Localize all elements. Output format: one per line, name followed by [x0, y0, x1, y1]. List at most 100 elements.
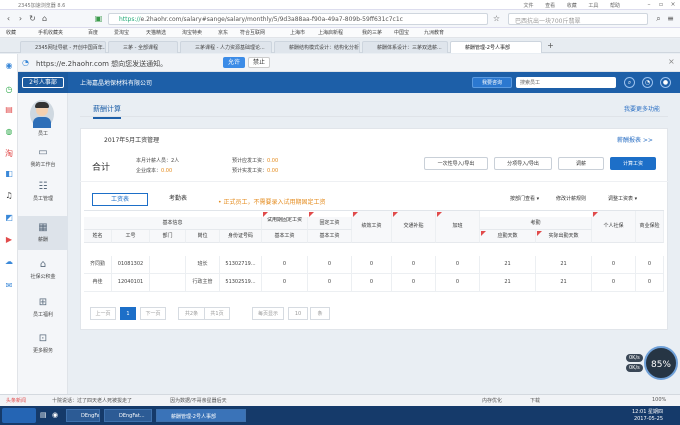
bookmark-item[interactable]: 中国宝 — [394, 29, 409, 36]
browser-tab[interactable]: 三茅课程 - 人力资源基础理论... — [180, 41, 272, 53]
taobao-icon[interactable]: 淘 — [3, 148, 15, 160]
tab-attendance[interactable]: 考勤表 — [150, 193, 206, 206]
taskbar-item-active[interactable]: 薪酬管理-2号人事部 — [156, 409, 246, 422]
table-cell[interactable]: 冉佳 — [84, 274, 112, 292]
table-cell[interactable] — [150, 256, 186, 274]
notification-icon[interactable]: ◔ — [642, 77, 653, 88]
game-icon[interactable]: ◧ — [3, 168, 15, 180]
next-page-button[interactable]: 下一页 — [140, 307, 166, 320]
app-logo[interactable]: 2号人事部 — [22, 77, 64, 88]
table-cell[interactable] — [150, 274, 186, 292]
wechat-icon[interactable]: ◍ — [3, 126, 15, 138]
headline-text[interactable]: 十院说话：过了四天老人死被拔走了 — [52, 397, 132, 404]
consult-button[interactable]: 我要咨询 — [472, 77, 512, 88]
page-size-select[interactable]: 10 — [288, 307, 308, 320]
deny-button[interactable]: 禁止 — [248, 57, 270, 68]
bookmark-item[interactable]: 天猫精选 — [146, 29, 166, 36]
table-cell[interactable]: 0 — [352, 256, 392, 274]
user-icon[interactable]: ● — [660, 77, 671, 88]
table-cell[interactable]: 行政主管 — [186, 274, 220, 292]
sidebar-item-more[interactable]: ⊡ 更多服务 — [18, 330, 68, 360]
avatar[interactable] — [30, 100, 54, 128]
table-cell[interactable]: 12040101 — [112, 274, 150, 292]
item-import-export-button[interactable]: 分项导入/导出 — [494, 157, 552, 170]
menu-help[interactable]: 帮助 — [610, 3, 620, 9]
bookmark-item[interactable]: 符合互联网 — [240, 29, 265, 36]
menu-tools[interactable]: 工具 — [588, 3, 598, 9]
close-notification-icon[interactable]: × — [668, 57, 675, 66]
table-cell[interactable]: 0 — [262, 256, 308, 274]
salary-report-link[interactable]: 薪酬报表 >> — [617, 135, 653, 144]
bookmark-item[interactable]: 京东 — [218, 29, 228, 36]
maximize-icon[interactable]: ▫ — [656, 1, 666, 9]
bulk-import-export-button[interactable]: 一次性导入/导出 — [424, 157, 488, 170]
table-cell[interactable]: 0 — [436, 274, 480, 292]
bookmark-item[interactable]: 手机收藏夹 — [38, 29, 63, 36]
start-button[interactable] — [2, 408, 36, 423]
forward-icon[interactable]: › — [16, 14, 25, 23]
browser-search-input[interactable]: 巴西抗出一块700斤翡翠 — [508, 13, 648, 25]
explorer-icon[interactable]: ▤ — [40, 411, 47, 419]
page-1-button[interactable]: 1 — [120, 307, 136, 320]
table-cell[interactable]: 0 — [636, 274, 664, 292]
taskbar-item[interactable]: DEngFat — [66, 409, 100, 422]
allow-button[interactable]: 允许 — [223, 57, 245, 68]
adjust-payroll-dropdown[interactable]: 调整工资表 ▾ — [608, 195, 637, 202]
notice-icon[interactable]: ◉ — [3, 60, 15, 72]
back-icon[interactable]: ‹ — [4, 14, 13, 23]
table-cell[interactable]: 0 — [636, 256, 664, 274]
table-cell[interactable]: 0 — [262, 274, 308, 292]
browser-menu-icon[interactable]: ≡ — [666, 14, 675, 23]
table-cell[interactable]: 51302719... — [220, 256, 262, 274]
sidebar-item-employees[interactable]: ☷ 员工管理 — [18, 178, 68, 208]
new-tab-icon[interactable]: + — [546, 41, 555, 50]
table-cell[interactable]: 0 — [592, 256, 636, 274]
browser-tab[interactable]: 三茅 - 全部课程 — [108, 41, 178, 53]
sidebar-item-salary[interactable]: ▦ 薪酬 — [18, 216, 68, 250]
music-icon[interactable]: ♫ — [3, 190, 15, 202]
memory-optimize[interactable]: 内存优化 — [482, 397, 502, 404]
table-cell[interactable]: 0 — [392, 274, 436, 292]
table-cell[interactable]: 0 — [392, 256, 436, 274]
search-icon[interactable]: ⌕ — [654, 14, 663, 23]
prev-page-button[interactable]: 上一页 — [90, 307, 116, 320]
table-cell[interactable]: 0 — [592, 274, 636, 292]
table-cell[interactable]: 0 — [352, 274, 392, 292]
bookmark-item[interactable]: 我的三茅 — [362, 29, 382, 36]
zoom-level[interactable]: 100% — [652, 397, 666, 403]
bookmark-item[interactable]: 爱淘宝 — [114, 29, 129, 36]
headline-text-2[interactable]: 因为数据/不哥亲星器后天 — [170, 397, 227, 404]
employee-search-input[interactable]: 搜索员工 — [516, 77, 616, 88]
view-by-department-dropdown[interactable]: 按部门查看 ▾ — [510, 195, 539, 202]
menu-view[interactable]: 查看 — [545, 3, 555, 9]
video-icon[interactable]: ▶ — [3, 234, 15, 246]
sidebar-item-workbench[interactable]: ▭ 我的工作台 — [18, 144, 68, 174]
table-cell[interactable]: 01081302 — [112, 256, 150, 274]
bookmark-item[interactable]: 百度 — [88, 29, 98, 36]
table-cell[interactable]: 51302519... — [220, 274, 262, 292]
table-cell[interactable]: 21 — [536, 274, 592, 292]
close-icon[interactable]: × — [668, 1, 678, 9]
app-icon[interactable]: ◩ — [3, 212, 15, 224]
sidebar-item-benefits[interactable]: ⊞ 员工福利 — [18, 294, 68, 324]
news-label[interactable]: 头条新闻 — [6, 397, 26, 404]
minimize-icon[interactable]: – — [644, 1, 654, 9]
browser-tab[interactable]: 2345网址导航 - 开创中国百年... — [20, 41, 106, 53]
table-cell[interactable]: 0 — [436, 256, 480, 274]
network-speed-ball[interactable]: 85% — [644, 346, 678, 380]
bookmark-item[interactable]: 九洲教育 — [424, 29, 444, 36]
star-icon[interactable]: ☆ — [492, 14, 501, 23]
calculate-salary-button[interactable]: 计算工资 — [610, 157, 656, 170]
menu-bookmarks[interactable]: 收藏 — [567, 3, 577, 9]
edit-pay-rules-link[interactable]: 修改计薪规则 — [556, 195, 586, 202]
browser-tab[interactable]: 薪酬体系设计：三茅双选薪... — [362, 41, 448, 53]
table-cell[interactable]: 21 — [480, 274, 536, 292]
cloud-icon[interactable]: ☁ — [3, 256, 15, 268]
url-input[interactable]: https://e.2haohr.com/salary#sange/salary… — [108, 13, 488, 25]
history-icon[interactable]: ◷ — [3, 84, 15, 96]
tab-payroll[interactable]: 工资表 — [92, 193, 148, 206]
browser-tab-active[interactable]: 薪酬管理-2号人事部 — [450, 41, 542, 53]
refresh-icon[interactable]: ↻ — [28, 14, 37, 23]
table-cell[interactable]: 0 — [308, 274, 352, 292]
more-features-link[interactable]: 我要更多功能 — [624, 104, 660, 113]
